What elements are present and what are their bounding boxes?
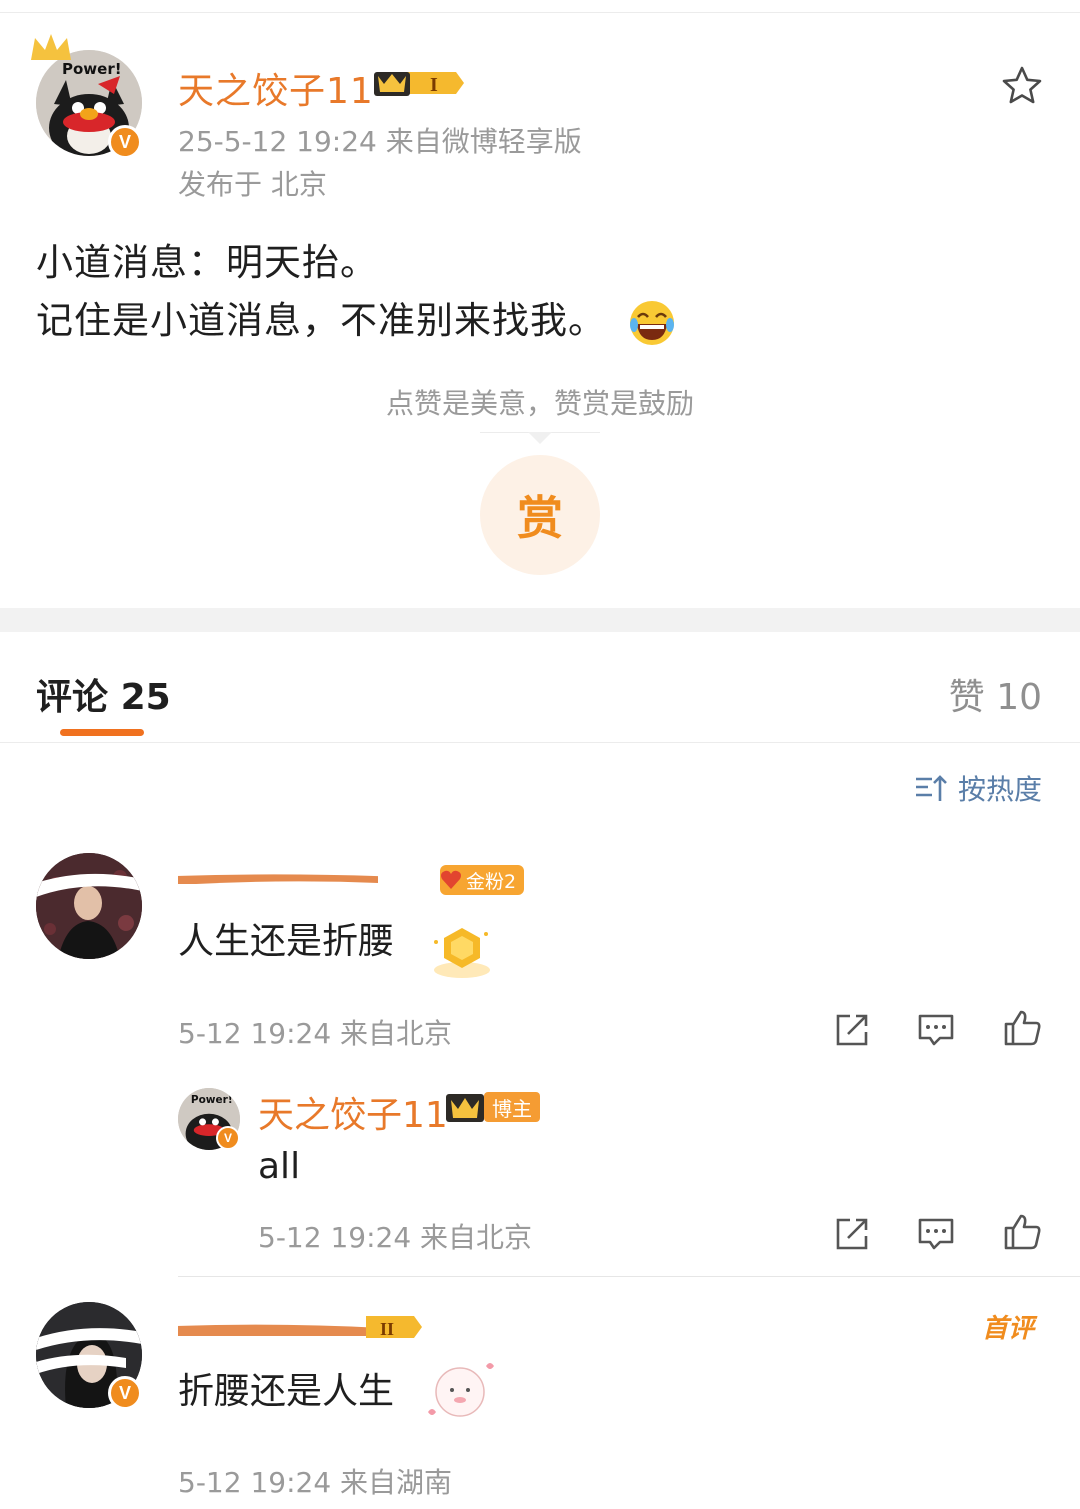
tab-comments[interactable]: 评论 25 [36, 668, 171, 720]
laughing-tears-emoji-icon [630, 300, 674, 345]
reply-avatar-caption: Power! [191, 1094, 233, 1106]
comment-1-meta: 5-12 19:24 来自北京 [178, 1017, 453, 1050]
favorite-star-icon[interactable] [1000, 64, 1044, 108]
reward-hint: 点赞是美意，赞赏是鼓励 [385, 387, 694, 420]
sort-label: 按热度 [957, 773, 1042, 806]
gold-medal-sticker-icon [434, 928, 490, 978]
sort-icon [915, 775, 947, 801]
reply-verified-badge-icon: V [216, 1126, 240, 1150]
active-tab-indicator [60, 729, 144, 736]
tab-likes[interactable]: 赞 10 [949, 668, 1042, 720]
comment-1-avatar[interactable] [36, 853, 142, 959]
tab-likes-count: 10 [996, 677, 1042, 718]
comment-2-verified-badge-icon: V [108, 1376, 142, 1410]
comment-2-level-badge-icon: II [366, 1316, 422, 1339]
reply-text: all [258, 1146, 301, 1187]
golden-fan-badge-text: 金粉2 [466, 870, 517, 893]
level-badge-text: I [430, 74, 438, 96]
comment-2-text: 折腰还是人生 [178, 1371, 395, 1412]
post-body-line-2: 记住是小道消息，不准别来找我。 [36, 290, 676, 347]
reply-comment-icon[interactable] [916, 1214, 956, 1254]
reply-author-name[interactable]: 天之饺子11 [258, 1086, 448, 1138]
comment-1-reply-icon[interactable] [916, 1010, 956, 1050]
post-location: 发布于 北京 [178, 168, 327, 201]
comment-1-avatar-image [36, 853, 142, 959]
tabs-divider [0, 742, 1080, 743]
tab-comments-count: 25 [120, 677, 171, 718]
tab-comments-label: 评论 [36, 677, 109, 718]
member-level-badge-icon: I [374, 72, 464, 96]
sheep-sticker-icon [428, 1363, 494, 1417]
reward-pointer [528, 432, 552, 444]
comment-1-like-icon[interactable] [1002, 1008, 1042, 1048]
reply-meta: 5-12 19:24 来自北京 [258, 1221, 533, 1254]
tab-likes-label: 赞 [948, 677, 985, 718]
author-name[interactable]: 天之饺子11 [178, 62, 374, 114]
reply-like-icon[interactable] [1002, 1212, 1042, 1252]
blogger-badge: 博主 [484, 1092, 540, 1122]
post-body-line-1: 小道消息：明天抬。 [36, 241, 378, 284]
first-comment-tag: 首评 [982, 1314, 1035, 1344]
top-divider [0, 12, 1080, 13]
comment-2-level-badge-text: II [380, 1319, 394, 1339]
reward-button[interactable]: 赏 [480, 455, 600, 575]
comment-1-share-icon[interactable] [832, 1010, 872, 1050]
comment-1-username-redacted [176, 864, 436, 892]
reply-crown-icon [446, 1094, 484, 1122]
reply-share-icon[interactable] [832, 1214, 872, 1254]
section-separator [0, 608, 1080, 632]
post-timestamp-source: 25-5-12 19:24 来自微博轻享版 [178, 125, 582, 158]
comment-1-text: 人生还是折腰 [178, 921, 395, 962]
comment-2-meta: 5-12 19:24 来自湖南 [178, 1466, 453, 1499]
post-body-line-2-text: 记住是小道消息，不准别来找我。 [36, 299, 606, 342]
crown-icon [31, 34, 71, 60]
comment-divider [178, 1276, 1080, 1277]
heart-icon [441, 870, 461, 889]
sort-by-hot-button[interactable]: 按热度 [914, 768, 1042, 808]
verified-badge-icon: V [108, 125, 142, 159]
